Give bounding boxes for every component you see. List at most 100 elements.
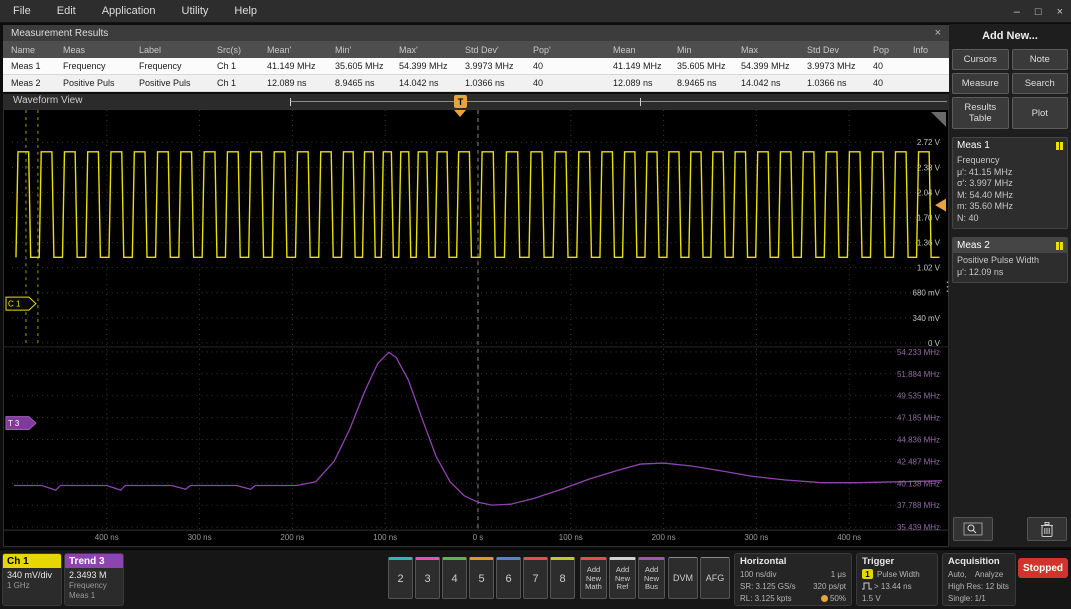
- result-cell: Frequency: [139, 61, 182, 71]
- column-header[interactable]: Pop: [865, 45, 905, 55]
- result-cell: 54.399 MHz: [741, 61, 790, 71]
- column-header[interactable]: Meas: [55, 45, 131, 55]
- add-results-table-button[interactable]: Results Table: [952, 97, 1009, 129]
- freq-axis-label: 47.185 MHz: [897, 414, 940, 423]
- result-cell: Ch 1: [217, 61, 237, 71]
- ch1-scale: 340 mV/div: [7, 570, 53, 580]
- column-header[interactable]: Info: [905, 45, 949, 55]
- result-cell: 41.149 MHz: [267, 61, 316, 71]
- menu-item-help[interactable]: Help: [221, 5, 270, 17]
- ch1-badge[interactable]: Ch 1 340 mV/div 1 GHz: [2, 553, 62, 606]
- column-header[interactable]: Min: [669, 45, 733, 55]
- trigger-position-flag[interactable]: T: [454, 95, 467, 108]
- horizontal-panel[interactable]: Horizontal 100 ns/div 1 μs SR: 3.125 GS/…: [734, 553, 852, 606]
- results-rows: Meas 1 Frequency Frequency Ch 1 41.149 MHz 35…: [3, 58, 949, 92]
- afg-button[interactable]: AFG: [700, 557, 730, 599]
- menu-item-utility[interactable]: Utility: [169, 5, 222, 17]
- overview-mid-bracket[interactable]: [640, 98, 641, 106]
- add-channel-8-button[interactable]: 8: [550, 557, 575, 599]
- add-measure-button[interactable]: Measure: [952, 73, 1009, 94]
- result-cell: Positive Puls: [63, 78, 115, 88]
- result-cell: 12.089 ns: [267, 78, 307, 88]
- time-axis-label: 100 ns: [559, 533, 583, 542]
- stopped-button[interactable]: Stopped: [1018, 558, 1068, 578]
- menu-item-file[interactable]: File: [0, 5, 44, 17]
- column-header[interactable]: Name: [3, 45, 55, 55]
- add-new-math-button[interactable]: Add New Math: [580, 557, 607, 599]
- waveform-view-header: Waveform View T: [3, 94, 949, 109]
- add-channel-5-button[interactable]: 5: [469, 557, 494, 599]
- acquisition-panel[interactable]: Acquisition Auto, Analyze High Res: 12 b…: [942, 553, 1016, 606]
- time-axis-label: 300 ns: [188, 533, 212, 542]
- result-cell: 12.089 ns: [613, 78, 653, 88]
- draw-box-zoom-corner[interactable]: [931, 111, 947, 127]
- volt-axis-label: 2.38 V: [917, 163, 941, 172]
- column-header[interactable]: Mean': [259, 45, 327, 55]
- add-new-bus-button[interactable]: Add New Bus: [638, 557, 665, 599]
- add-channel-3-button[interactable]: 3: [415, 557, 440, 599]
- zoom-box-button[interactable]: [953, 517, 993, 541]
- freq-axis-label: 42.487 MHz: [897, 457, 940, 466]
- trend3-scale: 2.3493 M: [69, 570, 107, 580]
- overview-left-bracket[interactable]: [290, 98, 291, 106]
- trend3-badge[interactable]: Trend 3 2.3493 M Frequency Meas 1: [64, 553, 124, 606]
- close-icon[interactable]: ×: [1057, 6, 1063, 18]
- column-header[interactable]: Std Dev': [457, 45, 525, 55]
- freq-axis-label: 37.788 MHz: [897, 501, 940, 510]
- meas-stat-line: Frequency: [957, 155, 1000, 165]
- column-header[interactable]: Src(s): [209, 45, 259, 55]
- add-channel-6-button[interactable]: 6: [496, 557, 521, 599]
- trash-icon: [1041, 521, 1053, 537]
- column-header[interactable]: Pop': [525, 45, 569, 55]
- column-header[interactable]: Max: [733, 45, 799, 55]
- ch1-bandwidth: 1 GHz: [7, 581, 30, 590]
- trigger-condition: > 13.44 ns: [874, 581, 912, 591]
- trigger-level-arrow[interactable]: [935, 198, 947, 212]
- results-row-2[interactable]: Meas 2 Positive Puls Positive Puls Ch 1 12.0…: [3, 75, 949, 92]
- meas1-badge[interactable]: Meas 1 Frequency μ': 41.15 MHz σ': 3.997 M…: [952, 137, 1068, 229]
- volt-axis-label: 340 mV: [913, 314, 941, 323]
- waveform-display[interactable]: 2.72 V 2.38 V 2.04 V 1.70 V 1.36 V 1.02 V 680 …: [3, 109, 949, 547]
- result-cell: 35.605 MHz: [335, 61, 384, 71]
- meas2-header: Meas 2: [953, 238, 1067, 253]
- result-cell: Meas 2: [11, 78, 41, 88]
- add-channel-7-button[interactable]: 7: [523, 557, 548, 599]
- add-search-button[interactable]: Search: [1011, 73, 1068, 94]
- panel-close-icon[interactable]: ×: [935, 27, 941, 39]
- freq-axis-label: 51.884 MHz: [897, 370, 940, 379]
- time-axis-label: 400 ns: [95, 533, 119, 542]
- time-axis-label: 200 ns: [280, 533, 304, 542]
- splitter-handle[interactable]: ⋮: [941, 280, 954, 293]
- dvm-button[interactable]: DVM: [668, 557, 698, 599]
- volt-axis-label: 1.70 V: [917, 214, 941, 223]
- add-channel-4-button[interactable]: 4: [442, 557, 467, 599]
- column-header[interactable]: Min': [327, 45, 391, 55]
- meas1-title: Meas 1: [957, 140, 990, 151]
- add-plot-button[interactable]: Plot: [1011, 97, 1068, 129]
- column-header[interactable]: Mean: [605, 45, 669, 55]
- meas2-badge[interactable]: Meas 2 Positive Pulse Width μ': 12.09 ns: [952, 237, 1068, 283]
- add-note-button[interactable]: Note: [1011, 49, 1068, 70]
- results-row-1[interactable]: Meas 1 Frequency Frequency Ch 1 41.149 MHz 35…: [3, 58, 949, 75]
- maximize-icon[interactable]: □: [1035, 6, 1042, 18]
- trigger-position-tick[interactable]: [454, 110, 467, 117]
- trash-button[interactable]: [1027, 517, 1067, 541]
- column-header[interactable]: Std Dev: [799, 45, 865, 55]
- menu-item-application[interactable]: Application: [89, 5, 169, 17]
- result-cell: 14.042 ns: [399, 78, 439, 88]
- meas1-header: Meas 1: [953, 138, 1067, 153]
- waveform-svg: 2.72 V 2.38 V 2.04 V 1.70 V 1.36 V 1.02 V 680 …: [4, 110, 948, 542]
- result-cell: 3.9973 MHz: [465, 61, 514, 71]
- menu-item-edit[interactable]: Edit: [44, 5, 89, 17]
- add-new-ref-button[interactable]: Add New Ref: [609, 557, 636, 599]
- minimize-icon[interactable]: –: [1014, 6, 1020, 18]
- column-header[interactable]: Max': [391, 45, 457, 55]
- column-header[interactable]: Label: [131, 45, 209, 55]
- trend3-meas: Frequency: [69, 581, 107, 590]
- add-cursors-button[interactable]: Cursors: [952, 49, 1009, 70]
- freq-axis-label: 40.138 MHz: [897, 479, 940, 488]
- add-channel-2-button[interactable]: 2: [388, 557, 413, 599]
- meas-stat-line: N: 40: [957, 212, 979, 223]
- acquisition-mode: Auto,: [948, 569, 967, 579]
- trigger-panel[interactable]: Trigger 1 Pulse Width > 13.44 ns 1.5 V: [856, 553, 938, 606]
